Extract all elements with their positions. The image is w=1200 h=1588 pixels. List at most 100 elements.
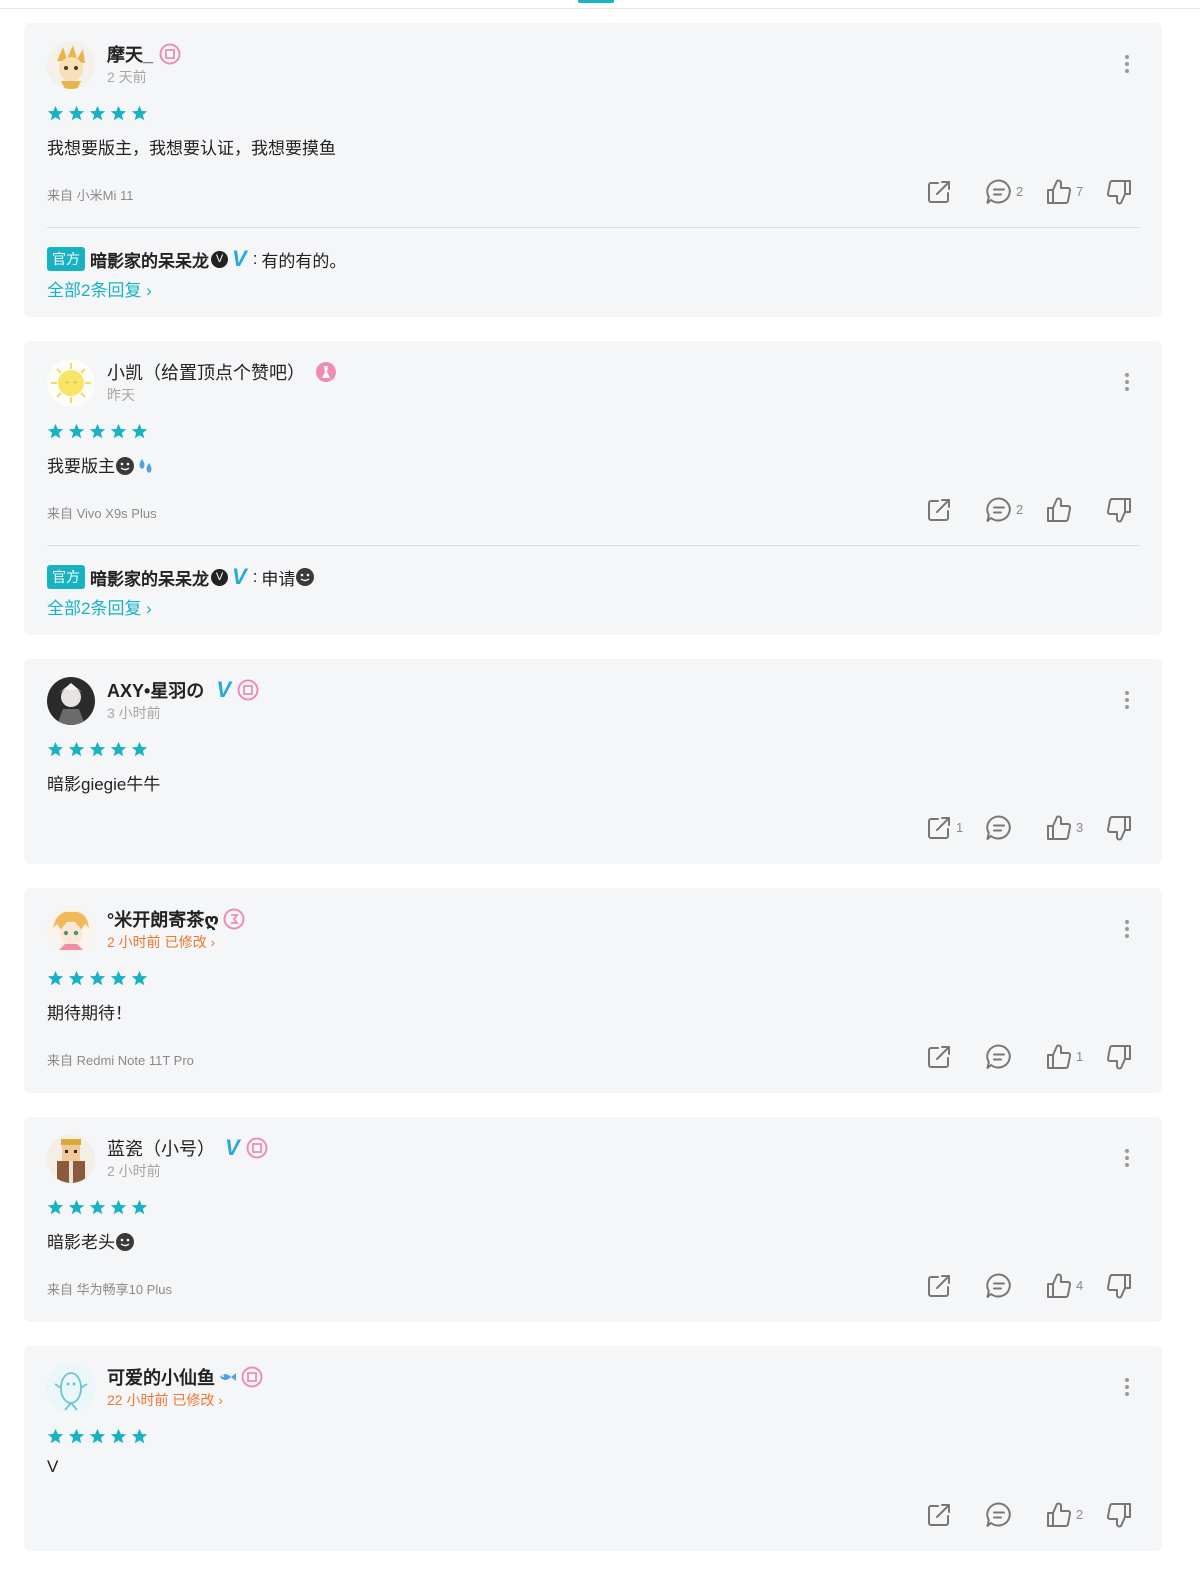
more-vertical-icon[interactable]	[1124, 373, 1130, 395]
comment-count: 2	[1016, 502, 1024, 517]
post-time: 3 小时前	[107, 705, 161, 721]
like-button[interactable]: 2	[1044, 1500, 1083, 1530]
avatar[interactable]	[47, 906, 95, 954]
more-vertical-icon[interactable]	[1124, 1378, 1130, 1400]
post-time: 2 天前	[107, 69, 147, 85]
star-icon	[110, 423, 127, 439]
reply-author[interactable]: 暗影家的呆呆龙	[90, 247, 209, 272]
more-vertical-icon[interactable]	[1124, 920, 1130, 942]
username[interactable]: 摩天_	[107, 41, 153, 67]
comment-icon	[986, 1044, 1011, 1069]
like-button[interactable]: 7	[1044, 177, 1083, 207]
dislike-button[interactable]	[1104, 1500, 1134, 1530]
avatar[interactable]	[47, 1135, 95, 1183]
grin-emoji-icon	[296, 568, 315, 586]
official-reply[interactable]: 官方 暗影家的呆呆龙 V V : 申请	[47, 565, 315, 589]
like-count: 1	[1076, 1049, 1084, 1064]
comment-button[interactable]	[984, 1042, 1014, 1072]
review-card: 可爱的小仙鱼 22 小时前 已修改 › V 2	[24, 1346, 1162, 1551]
comment-button[interactable]	[984, 813, 1014, 843]
avatar[interactable]	[47, 41, 95, 89]
dislike-button[interactable]	[1104, 813, 1134, 843]
review-text: 暗影老头	[47, 1233, 115, 1252]
comment-button[interactable]: 2	[984, 177, 1023, 207]
star-icon	[131, 741, 148, 757]
view-all-replies-link[interactable]: 全部2条回复 ›	[47, 276, 152, 301]
action-bar: 4	[894, 1271, 1134, 1301]
avatar[interactable]	[47, 359, 95, 407]
star-icon	[47, 970, 64, 986]
star-icon	[110, 1428, 127, 1444]
star-rating	[47, 1428, 152, 1446]
like-button[interactable]	[1044, 495, 1074, 525]
more-vertical-icon[interactable]	[1124, 1149, 1130, 1171]
verified-v-icon: V	[225, 1135, 240, 1160]
name-row: 小凯（给置顶点个赞吧）	[107, 359, 337, 385]
avatar[interactable]	[47, 677, 95, 725]
like-count: 3	[1076, 820, 1084, 835]
verified-badge-icon: V	[211, 568, 228, 586]
level-badge-icon	[237, 679, 259, 701]
like-button[interactable]: 4	[1044, 1271, 1083, 1301]
verified-badge-icon: V	[211, 250, 228, 268]
star-icon	[68, 1428, 85, 1444]
star-icon	[47, 423, 64, 439]
verified-v-icon: V	[216, 677, 231, 702]
thumbs-up-icon	[1047, 1273, 1072, 1298]
star-icon	[68, 970, 85, 986]
review-content[interactable]: 我要版主	[47, 452, 155, 477]
like-button[interactable]: 1	[1044, 1042, 1083, 1072]
dislike-button[interactable]	[1104, 495, 1134, 525]
reply-text: 有的有的。	[261, 251, 347, 271]
review-content[interactable]: V	[47, 1457, 58, 1477]
username[interactable]: 小凯（给置顶点个赞吧）	[107, 359, 305, 385]
comment-icon	[986, 1273, 1011, 1298]
star-icon	[110, 970, 127, 986]
star-icon	[131, 423, 148, 439]
review-content[interactable]: 期待期待！	[47, 999, 132, 1024]
official-reply[interactable]: 官方 暗影家的呆呆龙 V V : 有的有的。	[47, 247, 346, 271]
star-icon	[47, 105, 64, 121]
comment-button[interactable]	[984, 1271, 1014, 1301]
share-button[interactable]	[924, 495, 954, 525]
star-icon	[89, 423, 106, 439]
device-info: 来自 Vivo X9s Plus	[47, 506, 157, 521]
reply-colon: :	[252, 567, 258, 586]
view-all-replies-link[interactable]: 全部2条回复 ›	[47, 594, 152, 619]
post-time-edited[interactable]: 22 小时前 已修改 ›	[107, 1390, 223, 1410]
review-content[interactable]: 暗影老头	[47, 1228, 135, 1253]
share-button[interactable]: 1	[924, 813, 963, 843]
share-button[interactable]	[924, 1042, 954, 1072]
comment-button[interactable]: 2	[984, 495, 1023, 525]
avatar[interactable]	[47, 1364, 95, 1412]
more-vertical-icon[interactable]	[1124, 55, 1130, 77]
thumbs-up-icon	[1047, 179, 1072, 204]
star-icon	[68, 105, 85, 121]
fish-emoji-icon	[220, 1373, 236, 1381]
dislike-button[interactable]	[1104, 177, 1134, 207]
username[interactable]: °米开朗寄茶ღ	[107, 906, 219, 932]
share-icon	[928, 499, 950, 521]
sweat-drops-icon	[139, 459, 152, 473]
username[interactable]: AXY•星羽の	[107, 677, 204, 703]
tab-indicator	[578, 0, 614, 3]
dislike-button[interactable]	[1104, 1271, 1134, 1301]
share-button[interactable]	[924, 177, 954, 207]
like-button[interactable]: 3	[1044, 813, 1083, 843]
username[interactable]: 可爱的小仙鱼	[107, 1364, 215, 1390]
share-button[interactable]	[924, 1271, 954, 1301]
more-vertical-icon[interactable]	[1124, 691, 1130, 713]
reply-author[interactable]: 暗影家的呆呆龙	[90, 565, 209, 590]
grin-emoji-icon	[116, 457, 134, 475]
review-content[interactable]: 暗影giegie牛牛	[47, 770, 160, 795]
device-info: 来自 小米Mi 11	[47, 188, 134, 203]
star-icon	[131, 1428, 148, 1444]
post-time-edited[interactable]: 2 小时前 已修改 ›	[107, 932, 215, 952]
share-button[interactable]	[924, 1500, 954, 1530]
comment-button[interactable]	[984, 1500, 1014, 1530]
username[interactable]: 蓝瓷（小号）	[107, 1135, 215, 1161]
dislike-button[interactable]	[1104, 1042, 1134, 1072]
thumbs-down-icon	[1106, 1503, 1131, 1528]
star-icon	[131, 105, 148, 121]
review-content[interactable]: 我想要版主，我想要认证，我想要摸鱼	[47, 134, 336, 159]
